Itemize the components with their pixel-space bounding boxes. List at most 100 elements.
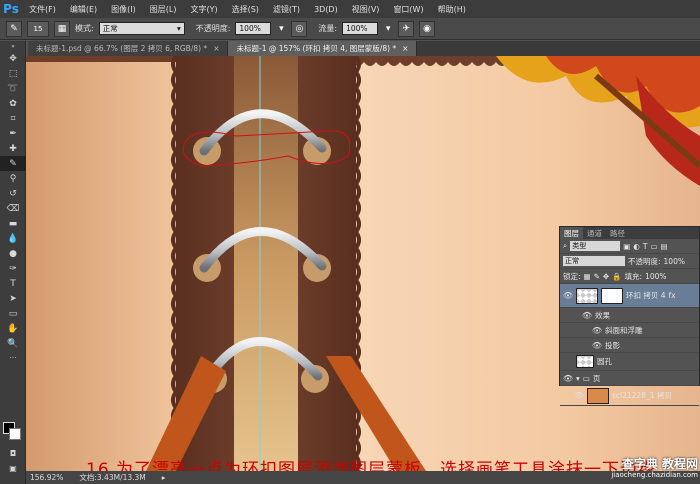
watermark-url: jiaocheng.chazidian.com bbox=[611, 471, 698, 479]
filter-type-icon[interactable]: T bbox=[643, 242, 648, 251]
pressure-opacity-icon[interactable]: ◎ bbox=[291, 20, 308, 37]
chevron-down-icon[interactable]: ▾ bbox=[276, 21, 286, 37]
layer-row[interactable]: 👁 scl21228_1 拷贝 bbox=[560, 386, 699, 406]
brush-tool-icon[interactable]: ✎ bbox=[6, 20, 22, 37]
screen-mode-icon[interactable]: ▣ bbox=[0, 461, 26, 476]
menu-file[interactable]: 文件(F) bbox=[22, 4, 63, 15]
menu-image[interactable]: 图像(I) bbox=[104, 4, 143, 15]
eyedropper-icon[interactable]: ✒ bbox=[0, 126, 26, 141]
pressure-size-icon[interactable]: ◉ bbox=[419, 20, 436, 37]
effect-name: 投影 bbox=[605, 340, 620, 350]
collapse-icon[interactable]: » bbox=[0, 41, 26, 51]
tab-document-1[interactable]: 未标题-1.psd @ 66.7% (图层 2 拷贝 6, RGB/8) * × bbox=[28, 41, 229, 56]
dodge-tool-icon[interactable]: ● bbox=[0, 246, 26, 261]
status-bar: 156.92% 文档:3.43M/13.3M ▸ bbox=[26, 471, 700, 484]
tab-channels[interactable]: 通道 bbox=[583, 227, 606, 239]
layer-filter-value: 类型 bbox=[572, 242, 587, 250]
menu-edit[interactable]: 编辑(E) bbox=[63, 4, 104, 15]
chevron-down-icon[interactable]: ▾ bbox=[383, 21, 393, 37]
quick-mask-icon[interactable]: ◘ bbox=[0, 446, 26, 461]
gradient-tool-icon[interactable]: ▬ bbox=[0, 216, 26, 231]
tab-document-2[interactable]: 未标题-1 @ 157% (环扣 拷贝 4, 图层蒙版/8) * × bbox=[228, 41, 418, 56]
more-tools-icon[interactable]: … bbox=[0, 351, 26, 361]
lock-label: 锁定: bbox=[563, 271, 581, 281]
layer-name: 页 bbox=[592, 373, 601, 383]
autumn-leaves-image bbox=[496, 56, 700, 186]
menu-layer[interactable]: 图层(L) bbox=[143, 4, 184, 15]
lock-position-icon[interactable]: ✥ bbox=[603, 272, 609, 281]
marquee-tool-icon[interactable]: ⬚ bbox=[0, 66, 26, 81]
healing-brush-icon[interactable]: ✚ bbox=[0, 141, 26, 156]
chevron-right-icon[interactable]: ▸ bbox=[162, 473, 166, 482]
layer-filter-select[interactable]: 类型 bbox=[570, 241, 621, 251]
menu-view[interactable]: 视图(V) bbox=[345, 4, 387, 15]
shape-tool-icon[interactable]: ▭ bbox=[0, 306, 26, 321]
opacity-input[interactable]: 100% bbox=[235, 22, 272, 35]
layer-filter-row: ⌕ 类型 ▣ ◐ T ▭ ▤ bbox=[560, 239, 699, 254]
filter-pixel-icon[interactable]: ▣ bbox=[623, 242, 630, 251]
folder-icon: ▭ bbox=[582, 373, 590, 383]
lock-all-icon[interactable]: 🔒 bbox=[612, 272, 621, 281]
eye-icon[interactable]: 👁 bbox=[563, 291, 573, 301]
opacity-label: 不透明度: bbox=[628, 256, 661, 266]
tab-label: 未标题-1 @ 157% (环扣 拷贝 4, 图层蒙版/8) * bbox=[236, 44, 397, 53]
brush-size-picker[interactable]: 15 bbox=[27, 20, 49, 37]
mode-select[interactable]: 正常 ▾ bbox=[98, 22, 185, 35]
flow-input[interactable]: 100% bbox=[342, 22, 379, 35]
eye-icon[interactable]: 👁 bbox=[574, 391, 584, 401]
crop-tool-icon[interactable]: ⌗ bbox=[0, 111, 26, 126]
airbrush-icon[interactable]: ✈ bbox=[398, 20, 415, 37]
layer-mask-thumbnail[interactable] bbox=[601, 287, 623, 304]
filter-smart-icon[interactable]: ▤ bbox=[661, 242, 668, 251]
opacity-value[interactable]: 100% bbox=[664, 257, 685, 266]
menu-filter[interactable]: 滤镜(T) bbox=[266, 4, 307, 15]
pen-tool-icon[interactable]: ✑ bbox=[0, 261, 26, 276]
eye-icon[interactable]: 👁 bbox=[592, 325, 602, 335]
zoom-level[interactable]: 156.92% bbox=[30, 473, 63, 482]
lock-paint-icon[interactable]: ✎ bbox=[594, 272, 600, 281]
background-color-swatch[interactable] bbox=[9, 428, 21, 440]
close-icon[interactable]: × bbox=[213, 44, 219, 53]
hand-tool-icon[interactable]: ✋ bbox=[0, 321, 26, 336]
brush-tool-icon[interactable]: ✎ bbox=[0, 156, 26, 171]
menu-help[interactable]: 帮助(H) bbox=[431, 4, 473, 15]
layer-row[interactable]: 圆孔 bbox=[560, 353, 699, 371]
fill-value[interactable]: 100% bbox=[645, 272, 666, 281]
brush-panel-icon[interactable]: ▦ bbox=[54, 20, 70, 37]
options-bar: ✎ 15 ▦ 模式: 正常 ▾ 不透明度: 100% ▾ ◎ 流量: 100% ▾… bbox=[0, 18, 700, 40]
chevron-down-icon[interactable]: ▾ bbox=[576, 374, 580, 383]
filter-shape-icon[interactable]: ▭ bbox=[650, 242, 657, 251]
menu-window[interactable]: 窗口(W) bbox=[386, 4, 430, 15]
layer-group-row[interactable]: 👁 ▾ ▭ 页 bbox=[560, 371, 699, 386]
layers-panel: 图层 通道 路径 ⌕ 类型 ▣ ◐ T ▭ ▤ 正常 不透明度: 100% 锁定: ▦ ✎… bbox=[559, 226, 700, 406]
zoom-tool-icon[interactable]: 🔍 bbox=[0, 336, 26, 351]
lock-pixels-icon[interactable]: ▦ bbox=[584, 272, 591, 281]
blur-tool-icon[interactable]: 💧 bbox=[0, 231, 26, 246]
eye-icon[interactable]: 👁 bbox=[592, 340, 602, 350]
type-tool-icon[interactable]: T bbox=[0, 276, 26, 291]
layer-name: 圆孔 bbox=[597, 357, 612, 366]
menu-type[interactable]: 文字(Y) bbox=[183, 4, 224, 15]
blend-mode-select[interactable]: 正常 bbox=[563, 256, 625, 266]
photoshop-logo: Ps bbox=[3, 2, 19, 16]
stamp-tool-icon[interactable]: ⚲ bbox=[0, 171, 26, 186]
mode-value: 正常 bbox=[102, 24, 118, 33]
layer-row-selected[interactable]: 👁 环扣 拷贝 4 fx bbox=[560, 284, 699, 308]
tab-layers[interactable]: 图层 bbox=[560, 227, 583, 239]
menu-select[interactable]: 选择(S) bbox=[225, 4, 266, 15]
quick-select-icon[interactable]: ✿ bbox=[0, 96, 26, 111]
eraser-tool-icon[interactable]: ⌫ bbox=[0, 201, 26, 216]
lasso-tool-icon[interactable]: ➰ bbox=[0, 81, 26, 96]
menu-3d[interactable]: 3D(D) bbox=[307, 5, 345, 14]
tab-paths[interactable]: 路径 bbox=[606, 227, 629, 239]
eye-icon[interactable]: 👁 bbox=[563, 373, 573, 383]
fx-icon[interactable]: fx bbox=[669, 291, 676, 300]
eye-icon[interactable] bbox=[563, 357, 573, 367]
chevron-down-icon: ▾ bbox=[176, 24, 181, 33]
close-icon[interactable]: × bbox=[402, 44, 408, 53]
path-select-icon[interactable]: ➤ bbox=[0, 291, 26, 306]
eye-icon[interactable]: 👁 bbox=[582, 310, 592, 320]
history-brush-icon[interactable]: ↺ bbox=[0, 186, 26, 201]
filter-adjust-icon[interactable]: ◐ bbox=[633, 242, 640, 251]
move-tool-icon[interactable]: ✥ bbox=[0, 51, 26, 66]
